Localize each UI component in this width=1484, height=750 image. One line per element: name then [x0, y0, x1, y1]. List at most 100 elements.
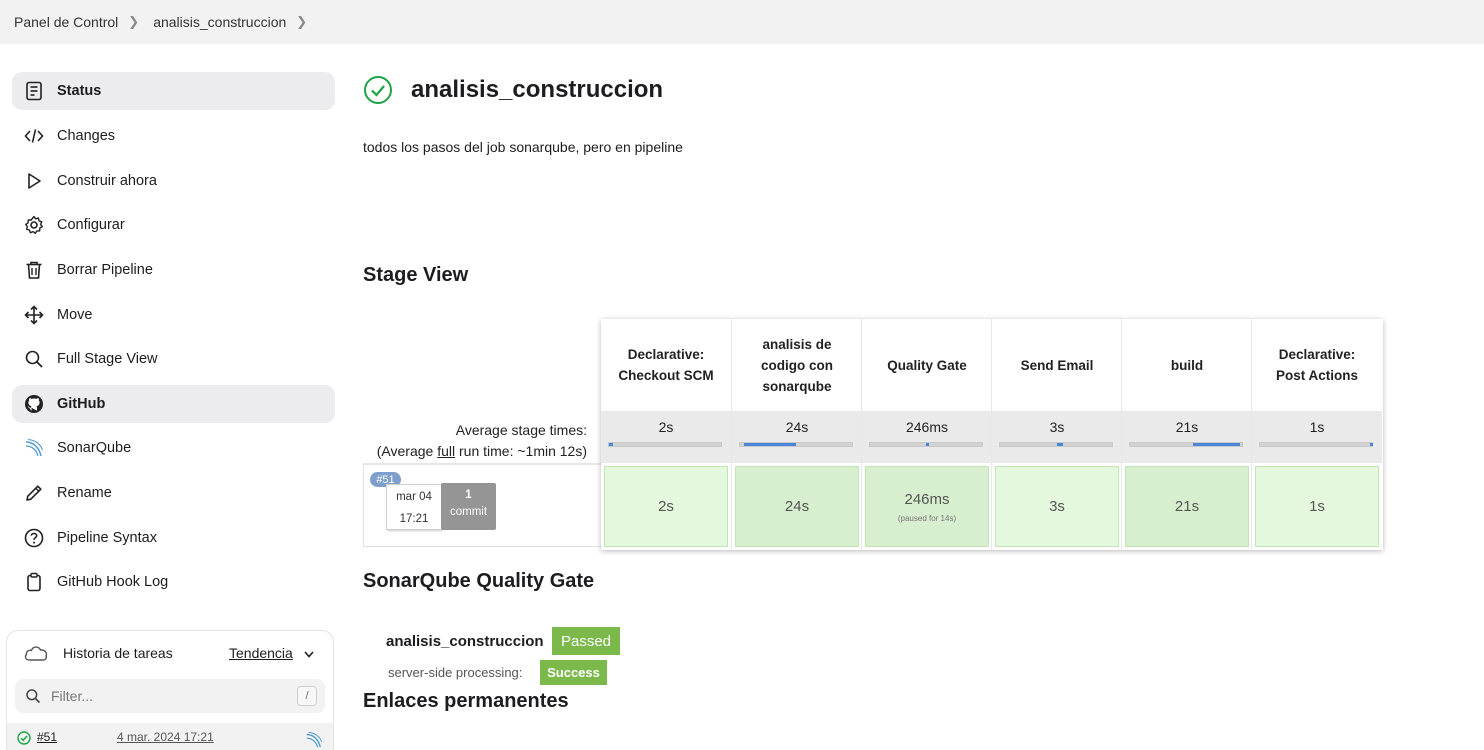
stage-cell[interactable]: 2s	[604, 466, 728, 547]
chevron-right-icon[interactable]: ❯	[296, 14, 307, 30]
stage-progress-track	[869, 442, 983, 447]
breadcrumb: Panel de Control ❯ analisis_construccion…	[0, 0, 1484, 44]
stage-average: 24s	[732, 411, 862, 463]
clipboard-icon	[23, 571, 45, 593]
stage-progress-fill	[926, 443, 929, 446]
sidebar-item-label: GitHub	[57, 396, 106, 412]
build-history-row[interactable]: #51 4 mar. 2024 17:21	[7, 723, 333, 750]
stage-view-heading: Stage View	[363, 264, 469, 286]
filter-input[interactable]	[51, 679, 281, 713]
sidebar-item-label: Rename	[57, 485, 112, 501]
sidebar-item-github[interactable]: GitHub	[12, 385, 335, 423]
stage-name: Quality Gate	[887, 357, 967, 373]
sonarqube-icon	[23, 437, 45, 459]
stage-cell[interactable]: 1s	[1255, 466, 1379, 547]
sidebar-item-sonarqube[interactable]: SonarQube	[12, 429, 335, 467]
chevron-down-icon[interactable]	[303, 647, 315, 659]
build-history-title: Historia de tareas	[63, 645, 173, 661]
job-status-success-icon	[363, 75, 393, 105]
permalinks-heading: Enlaces permanentes	[363, 690, 569, 712]
stage-progress-track	[739, 442, 853, 447]
quality-gate-project-link[interactable]: analisis_construccion	[386, 633, 544, 650]
full-run-link[interactable]: full	[437, 443, 455, 459]
stage-cell-time: 21s	[1174, 498, 1200, 515]
breadcrumb-dashboard[interactable]: Panel de Control	[14, 14, 118, 30]
filter-field: /	[15, 679, 325, 713]
play-icon	[23, 170, 45, 192]
search-icon	[25, 688, 41, 704]
stage-cell-time: 246ms	[904, 490, 950, 508]
trend-link[interactable]: Tendencia	[229, 645, 293, 661]
stage-name: Send Email	[1020, 357, 1094, 373]
stage-name: analisis de codigo con sonarqube	[761, 336, 833, 394]
average-label-line1: Average stage times:	[455, 422, 587, 438]
breadcrumb-job[interactable]: analisis_construccion	[153, 14, 286, 30]
sonarqube-icon[interactable]	[305, 731, 323, 749]
stage-cell[interactable]: 21s	[1125, 466, 1249, 547]
stage-column: build 21s 21s	[1121, 319, 1252, 550]
code-icon	[23, 125, 45, 147]
stage-name: build	[1170, 357, 1204, 373]
trash-icon	[23, 259, 45, 281]
stage-progress-track	[1129, 442, 1243, 447]
stage-average-time: 21s	[1175, 419, 1199, 435]
stage-progress-fill	[609, 443, 613, 446]
stage-cell-time: 2s	[658, 498, 674, 515]
sidebar-item-build-now[interactable]: Construir ahora	[12, 162, 335, 200]
run-date-time: 17:21	[399, 513, 429, 525]
stage-average: 2s	[601, 411, 731, 463]
stage-cell[interactable]: 3s	[995, 466, 1119, 547]
stage-progress-fill	[1193, 443, 1240, 446]
stage-column: Send Email 3s 3s	[991, 319, 1122, 550]
filter-shortcut-key: /	[297, 686, 317, 706]
sidebar-item-label: GitHub Hook Log	[57, 574, 169, 590]
server-processing-status-badge: Success	[540, 660, 607, 685]
commit-count: 1	[465, 489, 472, 501]
sidebar-item-label: Status	[57, 83, 102, 99]
stage-cell[interactable]: 246ms (paused for 14s)	[865, 466, 989, 547]
sidebar-item-changes[interactable]: Changes	[12, 117, 335, 155]
stage-view-table: Declarative: Checkout SCM 2s 2s analisis…	[601, 319, 1383, 550]
build-date-link[interactable]: 4 mar. 2024 17:21	[117, 730, 214, 744]
stage-cell-time: 3s	[1049, 498, 1065, 515]
gear-icon	[23, 214, 45, 236]
sidebar-item-label: Move	[57, 307, 93, 323]
stage-name: Declarative: Checkout SCM	[618, 347, 714, 383]
sidebar-item-move[interactable]: Move	[12, 296, 335, 334]
server-processing-label: server-side processing:	[388, 665, 523, 680]
commit-label: commit	[449, 506, 488, 518]
stage-progress-fill	[744, 443, 796, 446]
quality-gate-status-badge: Passed	[552, 627, 620, 655]
average-label-line2: (Average full run time: ~1min 12s)	[363, 441, 587, 462]
average-stage-times-label: Average stage times: (Average full run t…	[363, 420, 587, 462]
sidebar-item-configure[interactable]: Configurar	[12, 206, 335, 244]
sidebar-item-label: Borrar Pipeline	[57, 262, 153, 278]
run-date: mar 04 17:21	[386, 484, 442, 530]
average-label-post: run time: ~1min 12s)	[455, 443, 587, 459]
stage-average: 1s	[1252, 411, 1382, 463]
sidebar-item-delete-pipeline[interactable]: Borrar Pipeline	[12, 251, 335, 289]
stage-progress-track	[608, 442, 722, 447]
stage-progress-track	[1259, 442, 1373, 447]
sidebar-item-rename[interactable]: Rename	[12, 474, 335, 512]
sonarqube-heading: SonarQube Quality Gate	[363, 570, 595, 592]
stage-average-time: 24s	[785, 419, 809, 435]
sidebar-item-label: Changes	[57, 128, 116, 144]
stage-average-time: 246ms	[905, 419, 949, 435]
stage-average-time: 1s	[1309, 419, 1325, 435]
sidebar-item-label: SonarQube	[57, 440, 132, 456]
job-description: todos los pasos del job sonarqube, pero …	[363, 139, 683, 155]
stage-cell-note: (paused for 14s)	[897, 513, 957, 523]
run-commits-button[interactable]: 1 commit	[441, 483, 496, 530]
stage-cell[interactable]: 24s	[735, 466, 859, 547]
stage-cell-time: 1s	[1309, 498, 1325, 515]
sidebar-item-label: Pipeline Syntax	[57, 530, 157, 546]
stage-column: analisis de codigo con sonarqube 24s 24s	[731, 319, 862, 550]
sidebar-item-status[interactable]: Status	[12, 72, 335, 110]
sidebar-item-full-stage-view[interactable]: Full Stage View	[12, 340, 335, 378]
sidebar-item-github-hook-log[interactable]: GitHub Hook Log	[12, 563, 335, 601]
sidebar-item-pipeline-syntax[interactable]: Pipeline Syntax	[12, 519, 335, 557]
stage-cell-time: 24s	[784, 498, 810, 515]
build-number-link[interactable]: #51	[37, 730, 57, 744]
sidebar-item-label: Construir ahora	[57, 173, 157, 189]
